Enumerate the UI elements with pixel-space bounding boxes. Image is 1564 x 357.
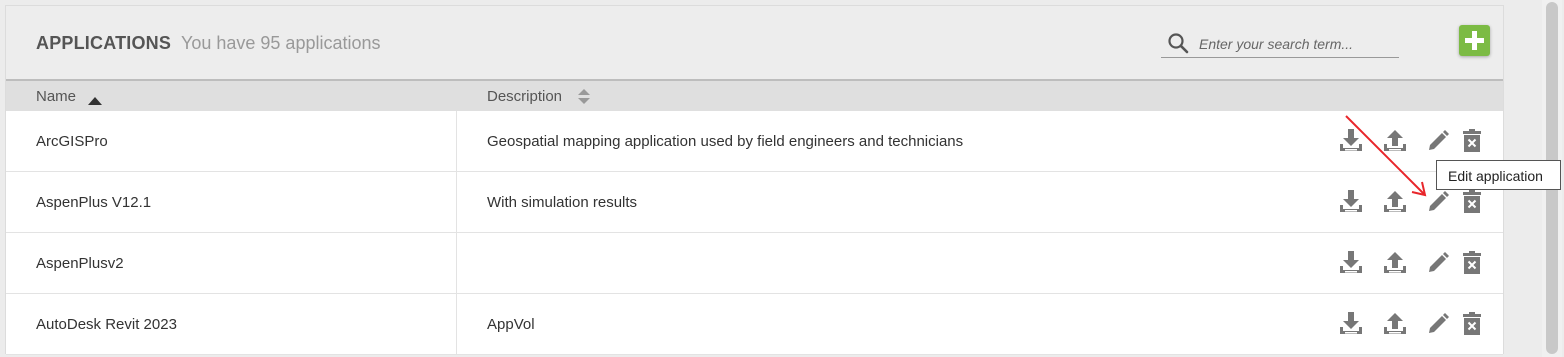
add-application-button[interactable]	[1459, 25, 1490, 56]
upload-icon[interactable]	[1382, 128, 1408, 154]
column-divider	[456, 111, 457, 171]
upload-icon[interactable]	[1382, 311, 1408, 337]
column-divider	[456, 172, 457, 232]
search-input[interactable]: Enter your search term...	[1199, 36, 1353, 52]
applications-table-body: ArcGISPro Geospatial mapping application…	[6, 111, 1503, 355]
application-name: AspenPlusv2	[36, 255, 124, 272]
application-description: With simulation results	[487, 194, 638, 211]
sort-ascending-icon[interactable]	[88, 92, 102, 110]
application-name: AutoDesk Revit 2023	[36, 316, 177, 333]
plus-icon	[1465, 31, 1484, 50]
edit-tooltip: Edit application	[1436, 160, 1561, 190]
pencil-icon[interactable]	[1425, 189, 1451, 215]
table-header: Name Description	[6, 79, 1503, 111]
application-description: AppVol	[487, 316, 535, 333]
row-actions	[1338, 128, 1483, 156]
column-header-description[interactable]: Description	[487, 88, 562, 105]
row-actions	[1338, 311, 1483, 339]
table-row[interactable]: AutoDesk Revit 2023 AppVol	[6, 294, 1503, 355]
column-divider	[456, 233, 457, 293]
upload-icon[interactable]	[1382, 250, 1408, 276]
column-header-name[interactable]: Name	[36, 88, 76, 105]
pencil-icon[interactable]	[1425, 128, 1451, 154]
table-row[interactable]: AspenPlus V12.1 With simulation results	[6, 172, 1503, 233]
panel-header: APPLICATIONS You have 95 applications En…	[6, 6, 1503, 79]
application-description: Geospatial mapping application used by f…	[487, 133, 964, 150]
download-icon[interactable]	[1338, 311, 1364, 337]
pencil-icon[interactable]	[1425, 250, 1451, 276]
row-actions	[1338, 189, 1483, 217]
download-icon[interactable]	[1338, 189, 1364, 215]
search-icon	[1167, 32, 1189, 54]
upload-icon[interactable]	[1382, 189, 1408, 215]
application-name: ArcGISPro	[36, 133, 108, 150]
download-icon[interactable]	[1338, 128, 1364, 154]
trash-icon[interactable]	[1459, 311, 1485, 337]
download-icon[interactable]	[1338, 250, 1364, 276]
table-row[interactable]: AspenPlusv2	[6, 233, 1503, 294]
row-actions	[1338, 250, 1483, 278]
applications-panel: APPLICATIONS You have 95 applications En…	[5, 5, 1504, 355]
application-name: AspenPlus V12.1	[36, 194, 152, 211]
applications-count: You have 95 applications	[181, 33, 381, 53]
search-field[interactable]: Enter your search term...	[1161, 29, 1399, 58]
trash-icon[interactable]	[1459, 189, 1485, 215]
table-row[interactable]: ArcGISPro Geospatial mapping application…	[6, 111, 1503, 172]
trash-icon[interactable]	[1459, 250, 1485, 276]
page-title: APPLICATIONS	[36, 33, 172, 53]
column-divider	[456, 294, 457, 354]
trash-icon[interactable]	[1459, 128, 1485, 154]
sort-unsorted-icon[interactable]	[578, 89, 590, 109]
pencil-icon[interactable]	[1425, 311, 1451, 337]
